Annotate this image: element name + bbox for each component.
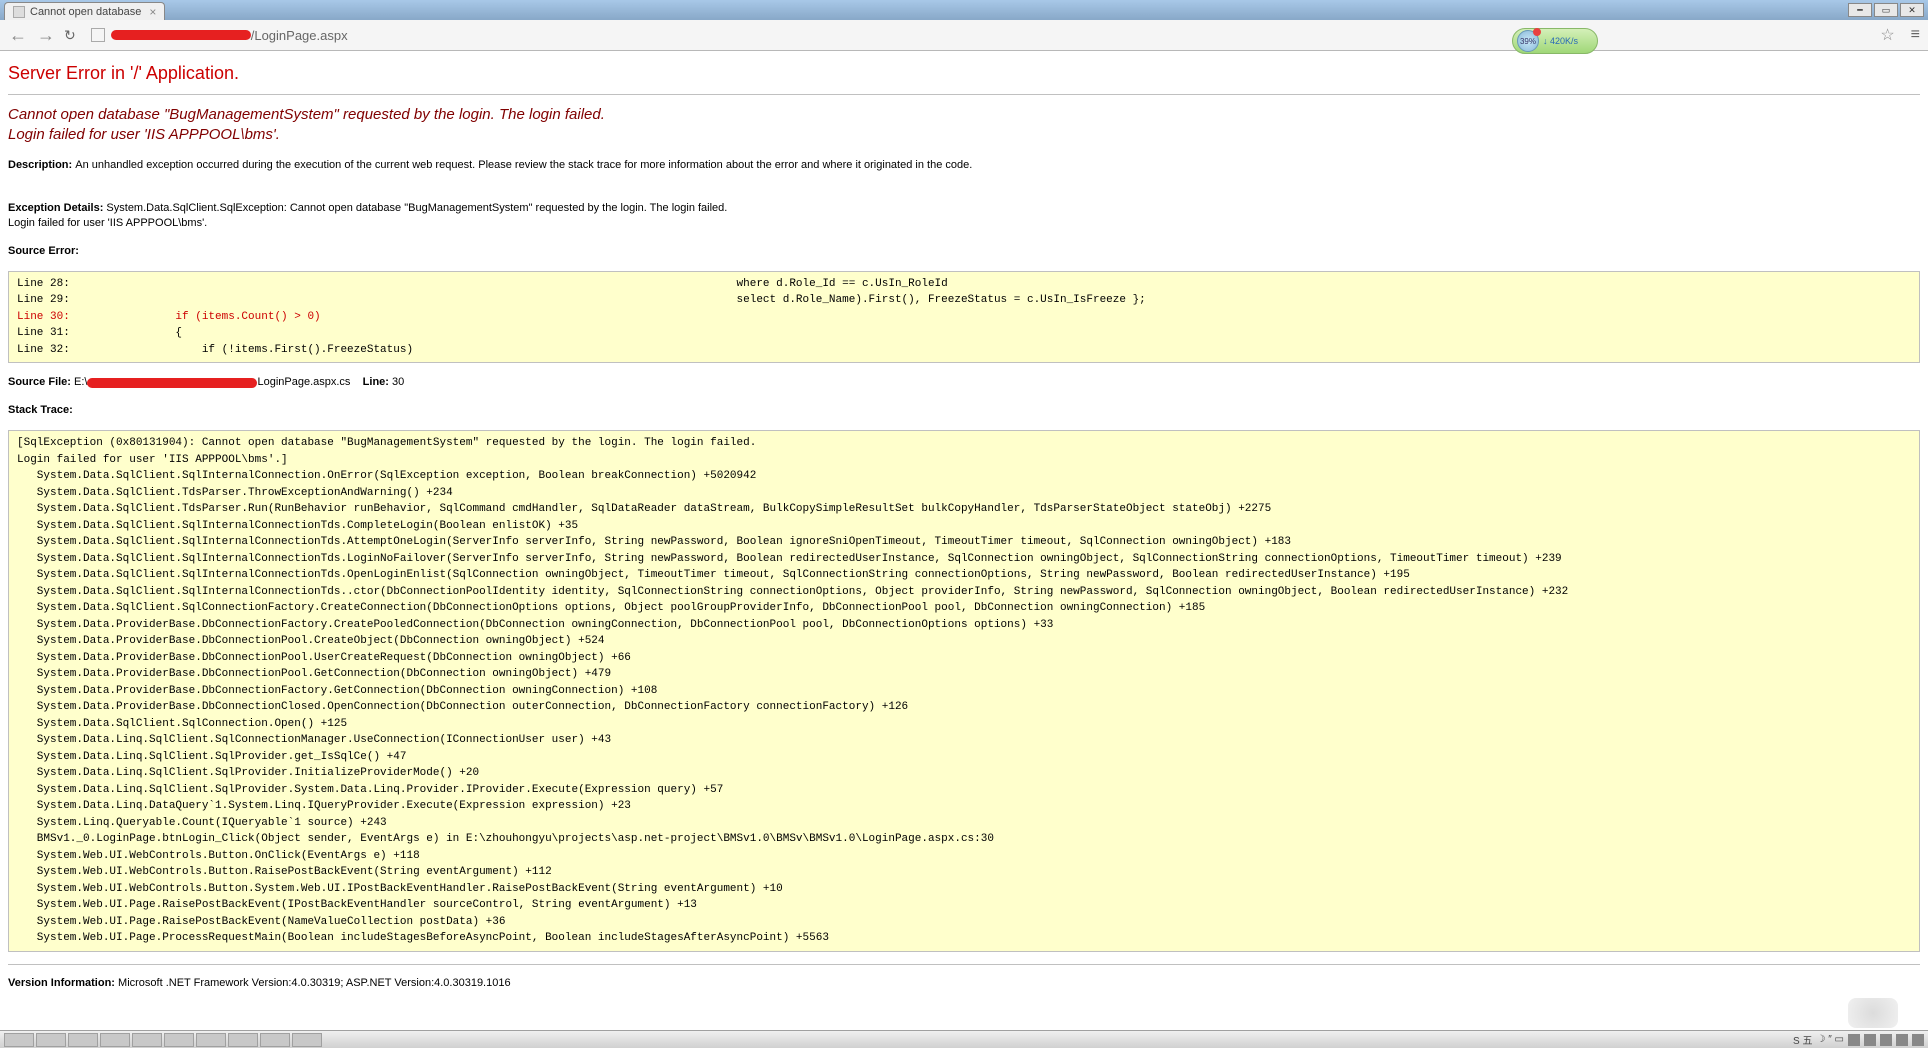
tab-bar: Cannot open database × ━ ▭ ✕ — [0, 0, 1928, 20]
bookmark-star-icon[interactable]: ☆ — [1880, 25, 1894, 45]
redacted-host — [111, 30, 251, 40]
description-para: Description: An unhandled exception occu… — [8, 158, 1920, 173]
stack-trace-label: Stack Trace: — [8, 403, 1920, 418]
taskbar-app-icon[interactable] — [132, 1033, 162, 1047]
url-path: /LoginPage.aspx — [251, 28, 348, 43]
taskbar-app-icon[interactable] — [68, 1033, 98, 1047]
page-favicon-icon — [13, 6, 25, 18]
divider — [8, 94, 1920, 95]
tray-ime-icon[interactable]: S 五 — [1793, 1032, 1812, 1047]
server-error-heading: Server Error in '/' Application. — [8, 63, 1920, 84]
error-page-body: Server Error in '/' Application. Cannot … — [0, 51, 1928, 1001]
minimize-button[interactable]: ━ — [1848, 3, 1872, 17]
download-speed-extension[interactable]: 39% ↓ 420K/s — [1512, 28, 1598, 54]
close-window-button[interactable]: ✕ — [1900, 3, 1924, 17]
system-tray[interactable]: S 五 ☽ ″ ▭ — [1793, 1032, 1924, 1047]
tray-status-icon[interactable] — [1848, 1034, 1860, 1046]
close-tab-icon[interactable]: × — [149, 5, 156, 19]
taskbar-app-icon[interactable] — [164, 1033, 194, 1047]
taskbar-app-icon[interactable] — [196, 1033, 226, 1047]
browser-chrome: Cannot open database × ━ ▭ ✕ ← → ↻ /Logi… — [0, 0, 1928, 51]
tray-status-icon[interactable] — [1880, 1034, 1892, 1046]
maximize-button[interactable]: ▭ — [1874, 3, 1898, 17]
site-info-icon[interactable] — [91, 28, 105, 42]
source-file-line: Source File: E:\LoginPage.aspx.cs Line: … — [8, 375, 1920, 390]
stack-trace-code: [SqlException (0x80131904): Cannot open … — [8, 430, 1920, 952]
source-error-label: Source Error: — [8, 244, 1920, 259]
exception-details-para: Exception Details: System.Data.SqlClient… — [8, 185, 1920, 231]
nav-bar: ← → ↻ /LoginPage.aspx ☆ ≡ — [0, 20, 1928, 50]
taskbar-app-icon[interactable] — [228, 1033, 258, 1047]
browser-tab[interactable]: Cannot open database × — [4, 2, 165, 20]
taskbar-app-icon[interactable] — [100, 1033, 130, 1047]
watermark-logo — [1848, 998, 1898, 1028]
tray-network-icon[interactable] — [1896, 1034, 1908, 1046]
version-info: Version Information: Microsoft .NET Fram… — [8, 977, 1920, 989]
tray-moon-icon[interactable]: ☽ ″ ▭ — [1816, 1034, 1844, 1045]
extension-gauge-icon: 39% — [1517, 30, 1539, 52]
taskbar-app-icon[interactable] — [4, 1033, 34, 1047]
tray-status-icon[interactable] — [1864, 1034, 1876, 1046]
window-controls: ━ ▭ ✕ — [1848, 3, 1928, 17]
taskbar-app-icon[interactable] — [260, 1033, 290, 1047]
forward-button[interactable]: → — [36, 25, 56, 46]
windows-taskbar[interactable]: S 五 ☽ ″ ▭ — [0, 1030, 1928, 1048]
source-error-code: Line 28: where d.Role_Id == c.UsIn_RoleI… — [8, 271, 1920, 364]
tab-title: Cannot open database — [30, 6, 141, 18]
tray-volume-icon[interactable] — [1912, 1034, 1924, 1046]
chrome-menu-button[interactable]: ≡ — [1911, 26, 1920, 44]
divider-bottom — [8, 964, 1920, 965]
taskbar-app-icon[interactable] — [292, 1033, 322, 1047]
redacted-path — [87, 378, 257, 388]
taskbar-app-icon[interactable] — [36, 1033, 66, 1047]
error-message-heading: Cannot open database "BugManagementSyste… — [8, 105, 1920, 144]
back-button[interactable]: ← — [8, 25, 28, 46]
reload-button[interactable]: ↻ — [64, 27, 76, 44]
